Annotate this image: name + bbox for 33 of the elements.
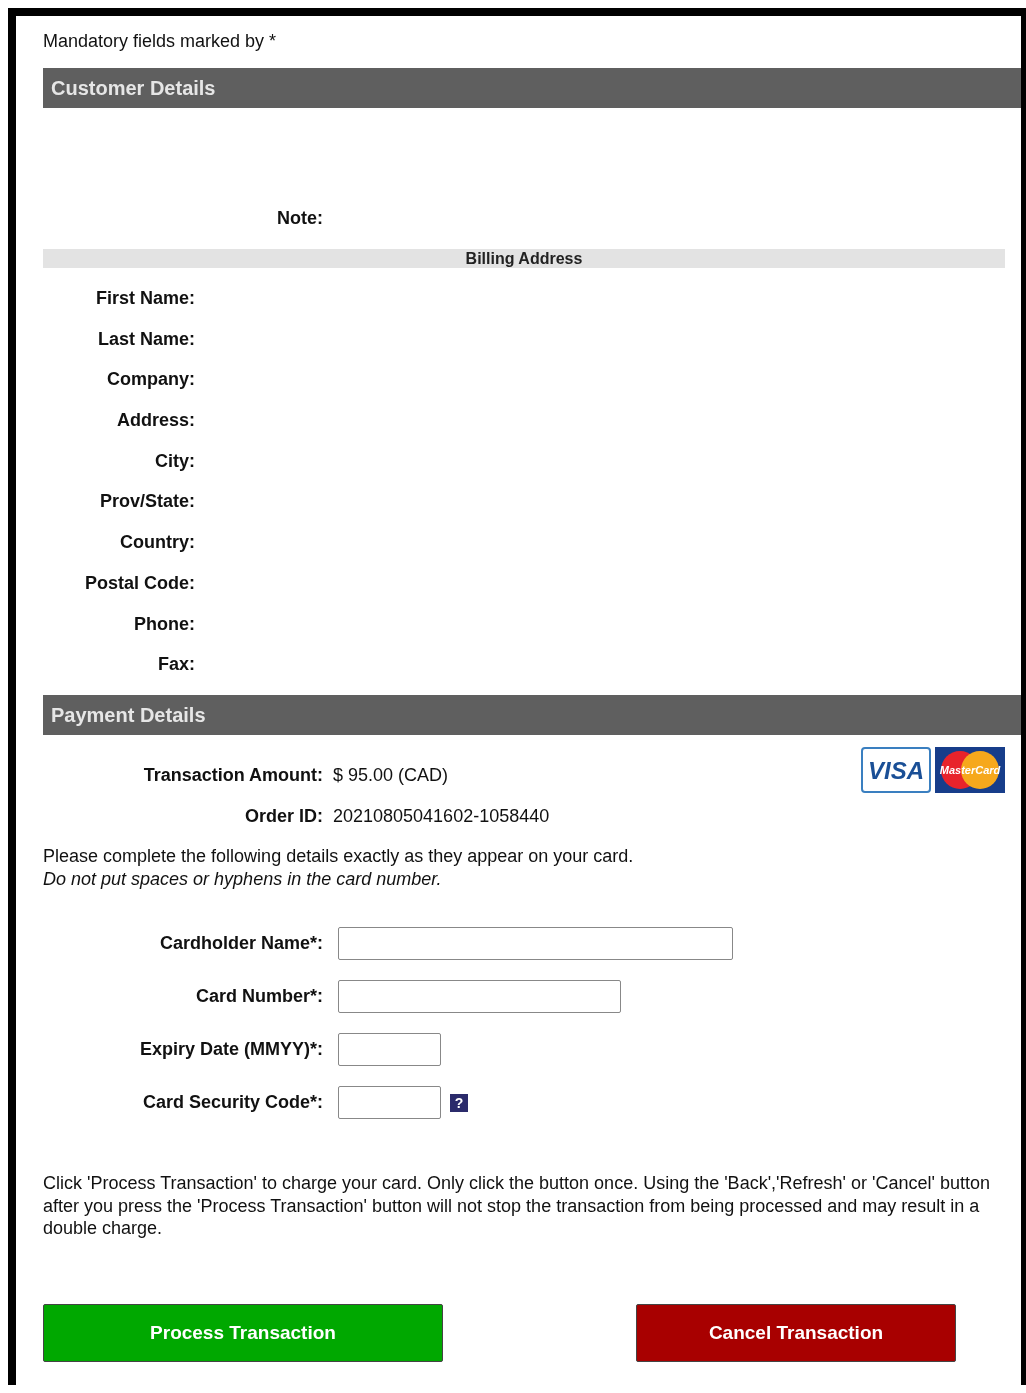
field-label: Transaction Amount: xyxy=(142,765,323,787)
field-label: Country: xyxy=(119,532,195,554)
field-label: Address: xyxy=(115,410,195,432)
field-label: Prov/State: xyxy=(98,491,195,513)
field-label: First Name: xyxy=(94,288,195,309)
input-field[interactable] xyxy=(338,1086,441,1120)
field-label: Company: xyxy=(106,369,195,391)
field-value: 20210805041602-1058440 xyxy=(333,806,550,828)
field-label: Last Name: xyxy=(96,328,195,350)
field-label: Expiry Date (MMYY)*: xyxy=(138,1039,323,1061)
field-label: City: xyxy=(154,450,195,472)
input-field[interactable] xyxy=(338,1033,441,1067)
instructions-note: Do not put spaces or hyphens in the card number. xyxy=(43,868,443,892)
field-label: Order ID: xyxy=(244,806,323,828)
section-header: Customer Details xyxy=(43,68,1021,108)
visa-logo: VISA xyxy=(861,747,931,794)
field-label: Card Number*: xyxy=(194,986,323,1008)
input-field[interactable] xyxy=(338,927,733,961)
instructions-text: Please complete the following details exactly as they appear on your card. xyxy=(43,845,635,869)
field-label: Phone: xyxy=(133,613,195,635)
field-value: $ 95.00 (CAD) xyxy=(333,765,450,787)
input-field[interactable] xyxy=(338,980,621,1014)
field-label: Card Security Code*: xyxy=(141,1092,323,1114)
mandatory-note: Mandatory fields marked by * xyxy=(43,30,278,53)
billing-address-header: Billing Address xyxy=(43,249,1005,268)
cancel-button[interactable]: Cancel Transaction xyxy=(636,1303,956,1362)
field-label: Fax: xyxy=(157,654,195,676)
disclaimer-text: Click 'Process Transaction' to charge your card. Only click the button once. Using the 'Back','Refresh' or 'Cancel' button after you press the 'Process Transaction' button will not stop the transaction from being processed and may result in a double charge. xyxy=(43,1172,991,1240)
field-label: Cardholder Name*: xyxy=(158,933,323,955)
help-icon[interactable]: ? xyxy=(450,1093,468,1112)
field-label: Postal Code: xyxy=(84,572,195,594)
section-header: Payment Details xyxy=(43,695,1021,736)
field-label: Note: xyxy=(276,208,323,229)
